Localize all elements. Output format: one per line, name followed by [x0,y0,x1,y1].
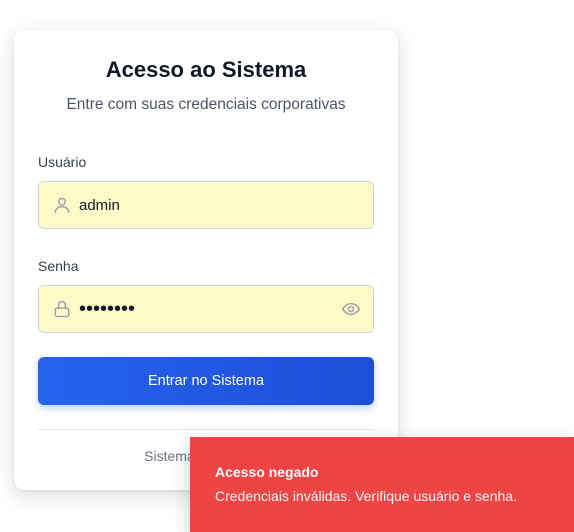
password-input[interactable] [79,286,339,332]
login-submit-button[interactable]: Entrar no Sistema [38,357,374,405]
password-label: Senha [38,258,79,274]
username-field-wrapper [38,181,374,229]
card-divider [38,429,374,430]
lock-icon [54,300,70,318]
error-toast: Acesso negado Credenciais inválidas. Ver… [190,437,574,532]
username-input[interactable] [79,182,339,228]
username-label: Usuário [38,154,87,170]
eye-icon[interactable] [341,299,361,319]
toast-message: Credenciais inválidas. Verifique usuário… [215,488,517,504]
login-card: Acesso ao Sistema Entre com suas credenc… [14,30,398,490]
login-title: Acesso ao Sistema [105,57,307,82]
toast-title: Acesso negado [215,464,319,480]
password-field-wrapper [38,285,374,333]
login-page: Acesso ao Sistema Entre com suas credenc… [0,0,574,532]
user-icon [54,197,70,214]
login-subtitle: Entre com suas credenciais corporativas [66,96,346,113]
